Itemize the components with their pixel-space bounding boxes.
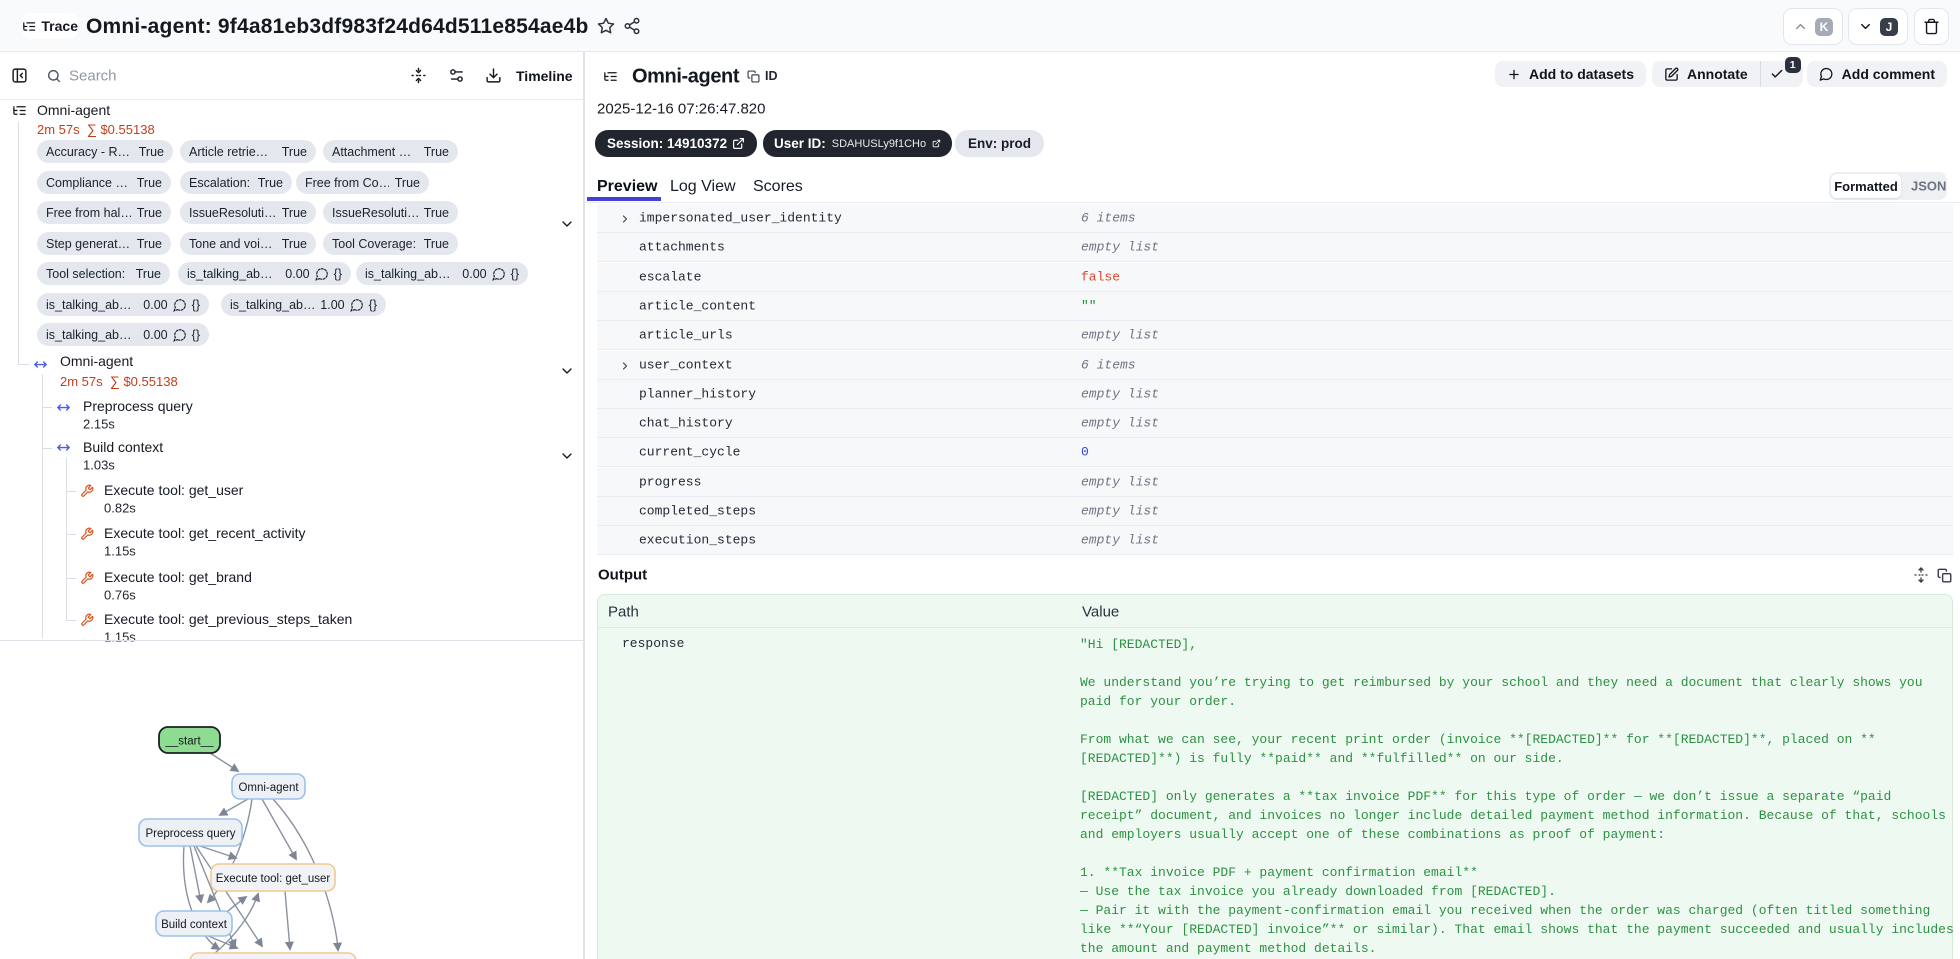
svg-text:Omni-agent: Omni-agent [238,782,299,794]
svg-text:Build context: Build context [161,919,228,931]
svg-text:__start__: __start__ [165,736,215,748]
svg-text:Preprocess query: Preprocess query [145,828,235,840]
svg-text:Execute tool: get_user: Execute tool: get_user [216,873,331,885]
